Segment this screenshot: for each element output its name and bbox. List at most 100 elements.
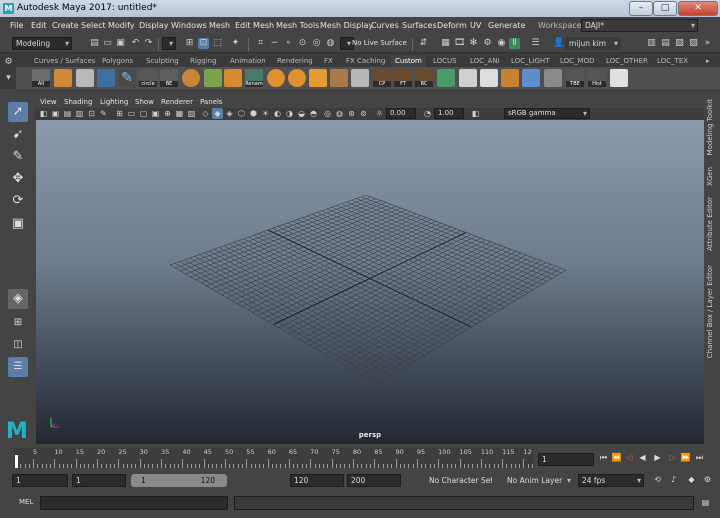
camera-attributes-icon[interactable]: ▣ <box>50 108 61 119</box>
modeling-toolkit-icon[interactable]: ▥ <box>646 38 657 49</box>
tab-xgen[interactable]: XGen <box>706 167 718 186</box>
safe-action-icon[interactable]: ▦ <box>174 108 185 119</box>
wireframe-on-shaded-icon[interactable]: ⬡ <box>236 108 247 119</box>
menu-surfaces[interactable]: Surfaces <box>402 17 437 34</box>
xray-joints-icon[interactable]: ⊛ <box>346 108 357 119</box>
input-output-icon[interactable]: ⇵ <box>418 38 429 49</box>
pause-viewport-icon[interactable]: Ⅱ <box>509 38 520 49</box>
shadows-icon[interactable]: ◐ <box>272 108 283 119</box>
shelf-tab-locus[interactable]: LOCUS <box>433 55 457 67</box>
grid-icon[interactable]: ⊞ <box>114 108 125 119</box>
ambient-occlusion-icon[interactable]: ◑ <box>284 108 295 119</box>
selection-mode-dropdown[interactable] <box>162 37 176 50</box>
shelf-button-25[interactable] <box>544 69 562 87</box>
command-input[interactable] <box>40 496 228 510</box>
shelf-button-ft[interactable]: FT <box>394 69 412 87</box>
make-live-icon[interactable]: ◍ <box>325 38 336 49</box>
color-management-icon[interactable]: ◧ <box>470 108 481 119</box>
mask-icon[interactable]: ✦ <box>230 38 241 49</box>
menu-windows[interactable]: Windows <box>171 17 207 34</box>
wireframe-icon[interactable]: ◇ <box>200 108 211 119</box>
minimize-button[interactable]: – <box>629 1 653 16</box>
field-chart-icon[interactable]: ⊕ <box>162 108 173 119</box>
open-scene-icon[interactable]: ▭ <box>102 38 113 49</box>
animation-preferences-icon[interactable]: ⚙ <box>702 474 713 485</box>
menu-mesh-display[interactable]: Mesh Display <box>320 17 373 34</box>
tab-channel-box[interactable]: Channel Box / Layer Editor <box>706 265 718 358</box>
menu-uv[interactable]: UV <box>470 17 481 34</box>
tab-attribute-editor[interactable]: Attribute Editor <box>706 197 718 251</box>
select-camera-icon[interactable]: ◧ <box>38 108 49 119</box>
sound-icon[interactable]: ♪ <box>668 474 679 485</box>
shelf-tab-custom[interactable]: Custom <box>391 55 426 67</box>
grease-pencil-icon[interactable]: ✎ <box>98 108 109 119</box>
shelf-button-bc[interactable]: BC <box>415 69 433 87</box>
move-tool-icon[interactable]: ✥ <box>8 169 28 189</box>
step-back-key-icon[interactable]: ⏪ <box>611 452 622 463</box>
select-tool-icon[interactable]: ➚ <box>8 102 28 122</box>
film-gate-icon[interactable]: ▭ <box>126 108 137 119</box>
shelf-menu-icon[interactable]: ▾ <box>3 73 14 84</box>
shelf-button-renam[interactable]: Renam <box>245 69 263 87</box>
menu-deform[interactable]: Deform <box>437 17 467 34</box>
go-to-end-icon[interactable]: ⏭ <box>694 452 705 463</box>
shelf-button-4[interactable] <box>97 69 115 87</box>
shelf-tab-animation[interactable]: Animation <box>230 55 266 67</box>
bookmarks-icon[interactable]: ▤ <box>62 108 73 119</box>
panel-menu-view[interactable]: View <box>40 96 57 108</box>
menu-display[interactable]: Display <box>139 17 169 34</box>
redo-icon[interactable]: ↷ <box>143 38 154 49</box>
animation-start-field[interactable]: 1 <box>12 474 68 487</box>
menu-curves[interactable]: Curves <box>371 17 399 34</box>
anti-aliasing-icon[interactable]: ◓ <box>308 108 319 119</box>
workspace-dropdown[interactable]: DAJI* <box>581 19 698 32</box>
paint-select-tool-icon[interactable]: ✎ <box>8 147 28 167</box>
shelf-button-circle[interactable]: circle <box>139 69 157 87</box>
shelf-button-3[interactable] <box>76 69 94 87</box>
panel-menu-show[interactable]: Show <box>135 96 154 108</box>
play-backwards-icon[interactable]: ◀ <box>637 452 648 463</box>
snap-curve-icon[interactable]: ∽ <box>269 38 280 49</box>
outliner-layout-icon[interactable]: ☰ <box>8 357 28 377</box>
step-back-frame-icon[interactable]: ◁ <box>624 452 635 463</box>
menu-modify[interactable]: Modify <box>108 17 135 34</box>
use-lights-icon[interactable]: ☀ <box>260 108 271 119</box>
command-language-label[interactable]: MEL <box>19 498 33 506</box>
step-forward-key-icon[interactable]: ⏩ <box>680 452 691 463</box>
shelf-button-15[interactable] <box>330 69 348 87</box>
select-object-icon[interactable]: ⊡ <box>198 38 209 49</box>
step-forward-frame-icon[interactable]: ▷ <box>667 452 678 463</box>
undo-icon[interactable]: ↶ <box>130 38 141 49</box>
snap-point-icon[interactable]: ∘ <box>283 38 294 49</box>
shelf-button-16[interactable] <box>351 69 369 87</box>
resolution-gate-icon[interactable]: ▢ <box>138 108 149 119</box>
shelf-scroll-right-icon[interactable]: ▸ <box>706 55 710 67</box>
select-hierarchy-icon[interactable]: ⊞ <box>184 38 195 49</box>
menu-edit-mesh[interactable]: Edit Mesh <box>235 17 274 34</box>
fps-dropdown[interactable]: 24 fps <box>578 474 644 487</box>
motion-blur-icon[interactable]: ◒ <box>296 108 307 119</box>
select-component-icon[interactable]: ⬚ <box>212 38 223 49</box>
channel-box-icon[interactable]: ▨ <box>688 38 699 49</box>
shelf-button-28[interactable] <box>610 69 628 87</box>
smooth-shade-icon[interactable]: ◆ <box>212 108 223 119</box>
default-material-icon[interactable]: ◈ <box>224 108 235 119</box>
shelf-tab-loc-other[interactable]: LOC_OTHER <box>606 55 648 67</box>
shelf-tab-rendering[interactable]: Rendering <box>277 55 313 67</box>
menu-generate[interactable]: Generate <box>488 17 525 34</box>
2d-pan-zoom-icon[interactable]: ⊡ <box>86 108 97 119</box>
shelf-button-10[interactable] <box>224 69 242 87</box>
current-time-marker[interactable] <box>15 455 18 468</box>
lasso-tool-icon[interactable]: ➹ <box>8 125 28 145</box>
render-view-icon[interactable]: 🎞 <box>454 38 465 49</box>
close-button[interactable]: ✕ <box>678 1 718 16</box>
playback-start-field[interactable]: 1 <box>72 474 126 487</box>
maximize-button[interactable]: □ <box>653 1 677 16</box>
shelf-tab-menu-icon[interactable]: ⚙ <box>3 57 14 68</box>
more-icon[interactable]: » <box>702 38 713 49</box>
shelf-tab-polygons[interactable]: Polygons <box>102 55 133 67</box>
gamma-icon[interactable]: ◔ <box>422 108 433 119</box>
hypershade-icon[interactable]: ◉ <box>496 38 507 49</box>
tab-modeling-toolkit[interactable]: Modeling Toolkit <box>706 99 718 155</box>
shelf-button-20[interactable] <box>437 69 455 87</box>
